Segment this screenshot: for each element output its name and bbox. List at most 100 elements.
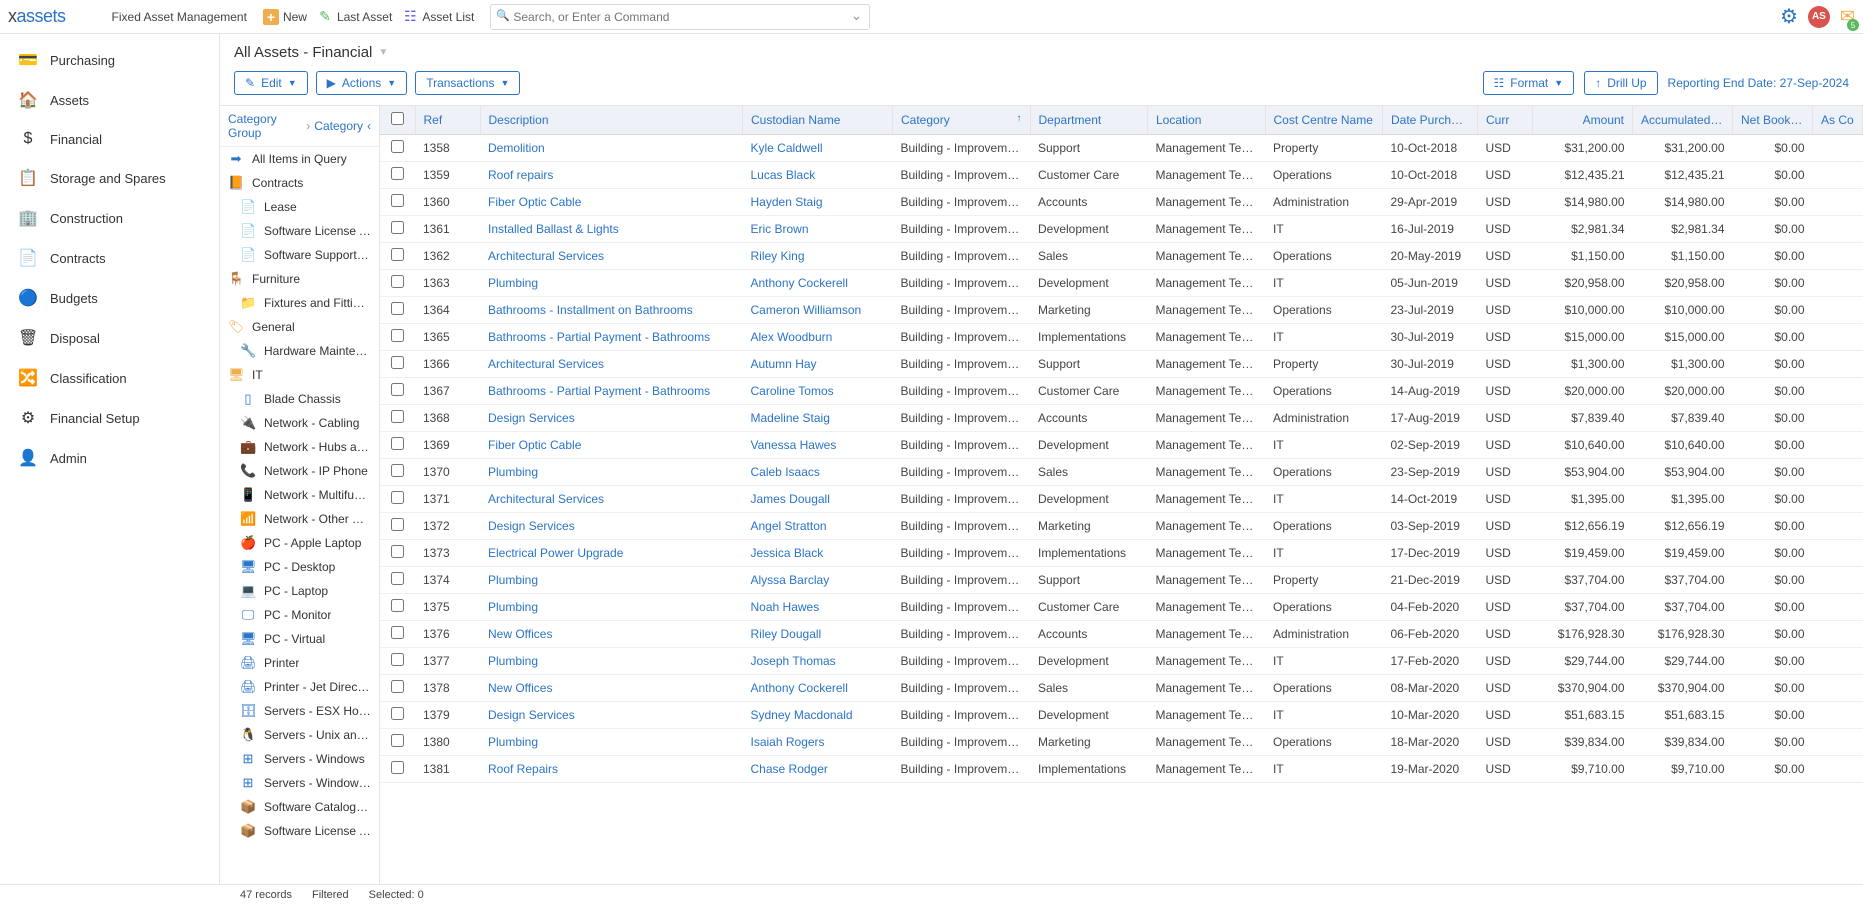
- table-row[interactable]: 1376New OfficesRiley DougallBuilding - I…: [380, 621, 1863, 648]
- cell-custodian[interactable]: Vanessa Hawes: [743, 432, 893, 459]
- cat-item[interactable]: 📁Fixtures and Fittings: [220, 291, 379, 315]
- cell-description[interactable]: Architectural Services: [480, 243, 743, 270]
- row-checkbox[interactable]: [391, 221, 404, 234]
- col-select-all[interactable]: [380, 106, 415, 135]
- cell-custodian[interactable]: Sydney Macdonald: [743, 702, 893, 729]
- cat-item[interactable]: 🐧Servers - Unix and Linux: [220, 723, 379, 747]
- col-department[interactable]: Department: [1030, 106, 1148, 135]
- cell-description[interactable]: Plumbing: [480, 729, 743, 756]
- cell-custodian[interactable]: Riley Dougall: [743, 621, 893, 648]
- row-checkbox[interactable]: [391, 356, 404, 369]
- nav-item-classification[interactable]: 🔀Classification: [0, 358, 219, 398]
- cell-description[interactable]: Roof repairs: [480, 162, 743, 189]
- row-checkbox[interactable]: [391, 545, 404, 558]
- cat-item[interactable]: 🪑Furniture: [220, 267, 379, 291]
- cell-description[interactable]: Demolition: [480, 135, 743, 162]
- cell-description[interactable]: Plumbing: [480, 270, 743, 297]
- row-checkbox[interactable]: [391, 626, 404, 639]
- row-checkbox[interactable]: [391, 383, 404, 396]
- table-row[interactable]: 1379Design ServicesSydney MacdonaldBuild…: [380, 702, 1863, 729]
- row-checkbox[interactable]: [391, 707, 404, 720]
- cat-item[interactable]: 📄Lease: [220, 195, 379, 219]
- new-button[interactable]: +New: [263, 9, 307, 25]
- cell-custodian[interactable]: Kyle Caldwell: [743, 135, 893, 162]
- cell-description[interactable]: Design Services: [480, 405, 743, 432]
- cat-item[interactable]: 🔧Hardware Maintenance Contract: [220, 339, 379, 363]
- table-row[interactable]: 1372Design ServicesAngel StrattonBuildin…: [380, 513, 1863, 540]
- nav-item-budgets[interactable]: 🔵Budgets: [0, 278, 219, 318]
- table-row[interactable]: 1369Fiber Optic CableVanessa HawesBuildi…: [380, 432, 1863, 459]
- cell-description[interactable]: Design Services: [480, 513, 743, 540]
- col-category[interactable]: Category↑: [893, 106, 1031, 135]
- table-row[interactable]: 1365Bathrooms - Partial Payment - Bathro…: [380, 324, 1863, 351]
- cell-custodian[interactable]: Anthony Cockerell: [743, 675, 893, 702]
- cat-item[interactable]: 📱Network - Multifunction D: [220, 483, 379, 507]
- cell-custodian[interactable]: James Dougall: [743, 486, 893, 513]
- row-checkbox[interactable]: [391, 734, 404, 747]
- nav-item-disposal[interactable]: 🗑Disposal: [0, 318, 219, 358]
- cell-description[interactable]: Architectural Services: [480, 486, 743, 513]
- cell-description[interactable]: Plumbing: [480, 594, 743, 621]
- table-row[interactable]: 1360Fiber Optic CableHayden StaigBuildin…: [380, 189, 1863, 216]
- reporting-date[interactable]: Reporting End Date: 27-Sep-2024: [1668, 76, 1849, 90]
- row-checkbox[interactable]: [391, 437, 404, 450]
- cat-item[interactable]: ⊞Servers - Windows VM: [220, 771, 379, 795]
- row-checkbox[interactable]: [391, 761, 404, 774]
- row-checkbox[interactable]: [391, 410, 404, 423]
- cell-custodian[interactable]: Angel Stratton: [743, 513, 893, 540]
- cell-custodian[interactable]: Hayden Staig: [743, 189, 893, 216]
- col-location[interactable]: Location: [1148, 106, 1266, 135]
- nav-item-financial[interactable]: $Financial: [0, 120, 219, 158]
- cell-description[interactable]: Roof Repairs: [480, 756, 743, 783]
- table-row[interactable]: 1370PlumbingCaleb IsaacsBuilding - Impro…: [380, 459, 1863, 486]
- nav-item-contracts[interactable]: 📄Contracts: [0, 238, 219, 278]
- cat-item[interactable]: 🍎PC - Apple Laptop: [220, 531, 379, 555]
- col-amount[interactable]: Amount: [1533, 106, 1633, 135]
- col-ref[interactable]: Ref: [415, 106, 480, 135]
- cell-custodian[interactable]: Anthony Cockerell: [743, 270, 893, 297]
- logo[interactable]: xassets: [8, 6, 66, 27]
- cell-description[interactable]: Fiber Optic Cable: [480, 432, 743, 459]
- chevron-down-icon[interactable]: ▼: [378, 47, 388, 58]
- format-button[interactable]: ☷Format▼: [1483, 71, 1575, 95]
- col-description[interactable]: Description: [480, 106, 743, 135]
- row-checkbox[interactable]: [391, 518, 404, 531]
- cell-custodian[interactable]: Eric Brown: [743, 216, 893, 243]
- table-row[interactable]: 1374PlumbingAlyssa BarclayBuilding - Imp…: [380, 567, 1863, 594]
- cell-custodian[interactable]: Joseph Thomas: [743, 648, 893, 675]
- cell-custodian[interactable]: Riley King: [743, 243, 893, 270]
- edit-button[interactable]: ✎Edit▼: [234, 71, 308, 95]
- cell-custodian[interactable]: Madeline Staig: [743, 405, 893, 432]
- cat-item[interactable]: 💻PC - Laptop: [220, 579, 379, 603]
- select-all-checkbox[interactable]: [391, 112, 404, 125]
- table-row[interactable]: 1375PlumbingNoah HawesBuilding - Improve…: [380, 594, 1863, 621]
- cat-item[interactable]: 📄Software License Agreement: [220, 219, 379, 243]
- settings-icon[interactable]: ⚙: [1780, 4, 1798, 29]
- table-row[interactable]: 1361Installed Ballast & LightsEric Brown…: [380, 216, 1863, 243]
- cat-item[interactable]: 📦Software Catalog Entry: [220, 795, 379, 819]
- user-avatar[interactable]: AS: [1808, 6, 1830, 28]
- table-row[interactable]: 1358DemolitionKyle CaldwellBuilding - Im…: [380, 135, 1863, 162]
- cell-custodian[interactable]: Alex Woodburn: [743, 324, 893, 351]
- cell-custodian[interactable]: Alyssa Barclay: [743, 567, 893, 594]
- nav-item-construction[interactable]: 🏢Construction: [0, 198, 219, 238]
- cat-item[interactable]: 🖥PC - Virtual: [220, 627, 379, 651]
- cell-description[interactable]: Installed Ballast & Lights: [480, 216, 743, 243]
- cell-description[interactable]: Bathrooms - Partial Payment - Bathrooms: [480, 378, 743, 405]
- crumb-category[interactable]: Category: [314, 119, 363, 133]
- row-checkbox[interactable]: [391, 572, 404, 585]
- crumb-category-group[interactable]: Category Group: [228, 112, 302, 140]
- col-custodian[interactable]: Custodian Name: [743, 106, 893, 135]
- nav-item-admin[interactable]: 👤Admin: [0, 438, 219, 478]
- asset-list-button[interactable]: ☷Asset List: [402, 9, 474, 25]
- table-row[interactable]: 1367Bathrooms - Partial Payment - Bathro…: [380, 378, 1863, 405]
- cell-custodian[interactable]: Cameron Williamson: [743, 297, 893, 324]
- cell-description[interactable]: Electrical Power Upgrade: [480, 540, 743, 567]
- cat-item[interactable]: 📞Network - IP Phone: [220, 459, 379, 483]
- col-cost-centre[interactable]: Cost Centre Name: [1265, 106, 1383, 135]
- cat-item[interactable]: ▯Blade Chassis: [220, 387, 379, 411]
- cell-description[interactable]: Plumbing: [480, 567, 743, 594]
- cell-description[interactable]: Plumbing: [480, 459, 743, 486]
- cell-custodian[interactable]: Autumn Hay: [743, 351, 893, 378]
- cat-item[interactable]: 🗄Servers - ESX Hosts: [220, 699, 379, 723]
